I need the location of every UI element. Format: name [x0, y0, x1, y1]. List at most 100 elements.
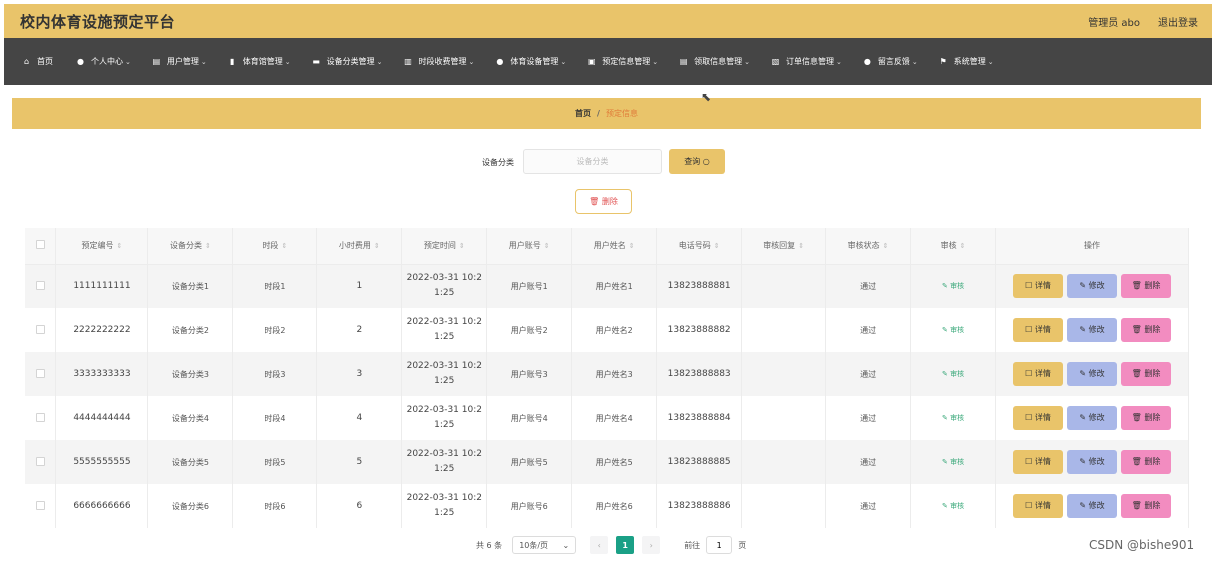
audit-cell: ✎ 审核 — [910, 352, 997, 396]
column-header[interactable]: 用户账号 ⇕ — [486, 228, 573, 265]
audit-link[interactable]: ✎ 审核 — [942, 414, 964, 422]
detail-button[interactable]: ☐ 详情 — [1013, 274, 1063, 299]
chevron-down-icon: ⌄ — [744, 57, 750, 66]
slot-cell: 时段6 — [232, 484, 318, 528]
logout-link[interactable]: 退出登录 — [1158, 14, 1198, 29]
batch-delete-button[interactable]: 🗑 删除 — [575, 189, 632, 214]
column-header[interactable]: 预定时间 ⇕ — [401, 228, 488, 265]
edit-button[interactable]: ✎ 修改 — [1067, 274, 1117, 299]
nav-item-0[interactable]: ⌂ 首页 — [22, 56, 55, 67]
audit-link[interactable]: ✎ 审核 — [942, 458, 964, 466]
column-header[interactable]: 时段 ⇕ — [232, 228, 318, 265]
delete-button[interactable]: 🗑 删除 — [1121, 450, 1171, 474]
ops-cell: ☐ 详情 ✎ 修改 🗑 删除 — [995, 396, 1189, 440]
nav-item-9[interactable]: ▧ 订单信息管理 ⌄ — [771, 56, 842, 67]
sort-icon[interactable]: ⇕ — [117, 242, 123, 250]
nav-item-4[interactable]: ▬ 设备分类管理 ⌄ — [312, 56, 383, 67]
sort-icon[interactable]: ⇕ — [629, 242, 635, 250]
nav-item-label: 订单信息管理 — [786, 57, 834, 66]
nav-item-3[interactable]: ▮ 体育馆管理 ⌄ — [228, 56, 291, 67]
audit-link[interactable]: ✎ 审核 — [942, 502, 964, 510]
row-checkbox[interactable] — [35, 280, 45, 290]
fee-cell: 3 — [316, 352, 403, 396]
audit-link[interactable]: ✎ 审核 — [942, 282, 964, 290]
column-header[interactable]: 电话号码 ⇕ — [656, 228, 743, 265]
column-header[interactable]: 审核回复 ⇕ — [741, 228, 827, 265]
select-cell — [25, 440, 57, 484]
nav-item-11[interactable]: ⚑ 系统管理 ⌄ — [939, 56, 994, 67]
nav-item-7[interactable]: ▣ 预定信息管理 ⌄ — [587, 56, 658, 67]
page-size-select[interactable]: 10条/页 ⌄ — [512, 536, 577, 554]
column-header[interactable]: 设备分类 ⇕ — [147, 228, 234, 265]
category-search-input[interactable] — [523, 149, 662, 174]
delete-button[interactable]: 🗑 删除 — [1121, 362, 1171, 386]
edit-button[interactable]: ✎ 修改 — [1067, 494, 1117, 518]
detail-button[interactable]: ☐ 详情 — [1013, 362, 1063, 386]
time-line-1: 2022-03-31 10:2 — [406, 449, 482, 459]
edit-button[interactable]: ✎ 修改 — [1067, 406, 1117, 430]
page-number-1[interactable]: 1 — [616, 536, 635, 554]
column-header[interactable]: 小时费用 ⇕ — [316, 228, 403, 265]
sort-icon[interactable]: ⇕ — [883, 242, 889, 250]
delete-button[interactable]: 🗑 删除 — [1121, 406, 1171, 430]
row-checkbox[interactable] — [35, 324, 45, 334]
row-checkbox[interactable] — [35, 412, 45, 422]
nav-item-6[interactable]: ● 体育设备管理 ⌄ — [495, 56, 566, 67]
sort-icon[interactable]: ⇕ — [960, 242, 966, 250]
row-checkbox[interactable] — [35, 456, 45, 466]
select-cell — [25, 352, 57, 396]
detail-button[interactable]: ☐ 详情 — [1013, 494, 1063, 518]
nav-item-10[interactable]: ● 留言反馈 ⌄ — [863, 56, 918, 67]
document-icon: ▧ — [771, 57, 780, 66]
breadcrumb-home[interactable]: 首页 — [575, 108, 591, 119]
nav-item-5[interactable]: ▥ 时段收费管理 ⌄ — [404, 56, 474, 67]
sort-icon[interactable]: ⇕ — [714, 242, 720, 250]
select-all-checkbox[interactable] — [35, 240, 45, 250]
sort-icon[interactable]: ⇕ — [459, 242, 465, 250]
sort-icon[interactable]: ⇕ — [374, 242, 380, 250]
row-checkbox[interactable] — [35, 500, 45, 510]
row-checkbox[interactable] — [35, 368, 45, 378]
delete-button[interactable]: 🗑 删除 — [1121, 274, 1171, 299]
nav-item-label: 设备分类管理 — [326, 57, 375, 66]
time-line-2: 1:25 — [434, 376, 455, 386]
nav-item-8[interactable]: ▤ 领取信息管理 ⌄ — [679, 56, 750, 67]
column-header[interactable]: 审核 ⇕ — [910, 228, 997, 265]
chevron-down-icon: ⌄ — [376, 57, 383, 66]
detail-button[interactable]: ☐ 详情 — [1013, 450, 1063, 474]
time-line-2: 1:25 — [434, 464, 455, 474]
detail-button[interactable]: ☐ 详情 — [1013, 318, 1063, 342]
next-page-button[interactable]: › — [642, 536, 661, 554]
column-header[interactable]: 审核状态 ⇕ — [825, 228, 912, 265]
edit-button[interactable]: ✎ 修改 — [1067, 318, 1117, 342]
select-cell — [25, 484, 57, 528]
nav-item-2[interactable]: ▤ 用户管理 ⌄ — [152, 56, 207, 67]
account-cell: 用户账号2 — [486, 308, 573, 352]
ops-cell: ☐ 详情 ✎ 修改 🗑 删除 — [995, 484, 1189, 528]
nav-item-1[interactable]: ● 个人中心 ⌄ — [76, 56, 131, 67]
column-header[interactable]: 用户姓名 ⇕ — [571, 228, 658, 265]
delete-button[interactable]: 🗑 删除 — [1121, 318, 1171, 342]
search-button[interactable]: 查询 ○ — [669, 149, 725, 174]
delete-button[interactable]: 🗑 删除 — [1121, 494, 1171, 518]
detail-button[interactable]: ☐ 详情 — [1013, 406, 1063, 430]
reservation-id: 4444444444 — [55, 396, 149, 440]
sort-icon[interactable]: ⇕ — [205, 242, 211, 250]
edit-button[interactable]: ✎ 修改 — [1067, 362, 1117, 386]
audit-link[interactable]: ✎ 审核 — [942, 370, 964, 378]
column-header[interactable]: 预定编号 ⇕ — [55, 228, 149, 265]
select-cell — [25, 396, 57, 440]
sort-icon[interactable]: ⇕ — [544, 242, 550, 250]
audit-link[interactable]: ✎ 审核 — [942, 326, 964, 334]
prev-page-button[interactable]: ‹ — [590, 536, 609, 554]
sort-icon[interactable]: ⇕ — [798, 242, 804, 250]
column-header-label: 用户姓名 — [593, 241, 626, 251]
time-line-1: 2022-03-31 10:2 — [406, 273, 482, 284]
name-cell: 用户姓名3 — [571, 352, 658, 396]
account-cell: 用户账号6 — [486, 484, 573, 528]
fee-cell: 2 — [316, 308, 403, 352]
goto-page-input[interactable] — [706, 536, 733, 554]
sort-icon[interactable]: ⇕ — [281, 242, 287, 250]
reservation-id: 6666666666 — [55, 484, 149, 528]
edit-button[interactable]: ✎ 修改 — [1067, 450, 1117, 474]
